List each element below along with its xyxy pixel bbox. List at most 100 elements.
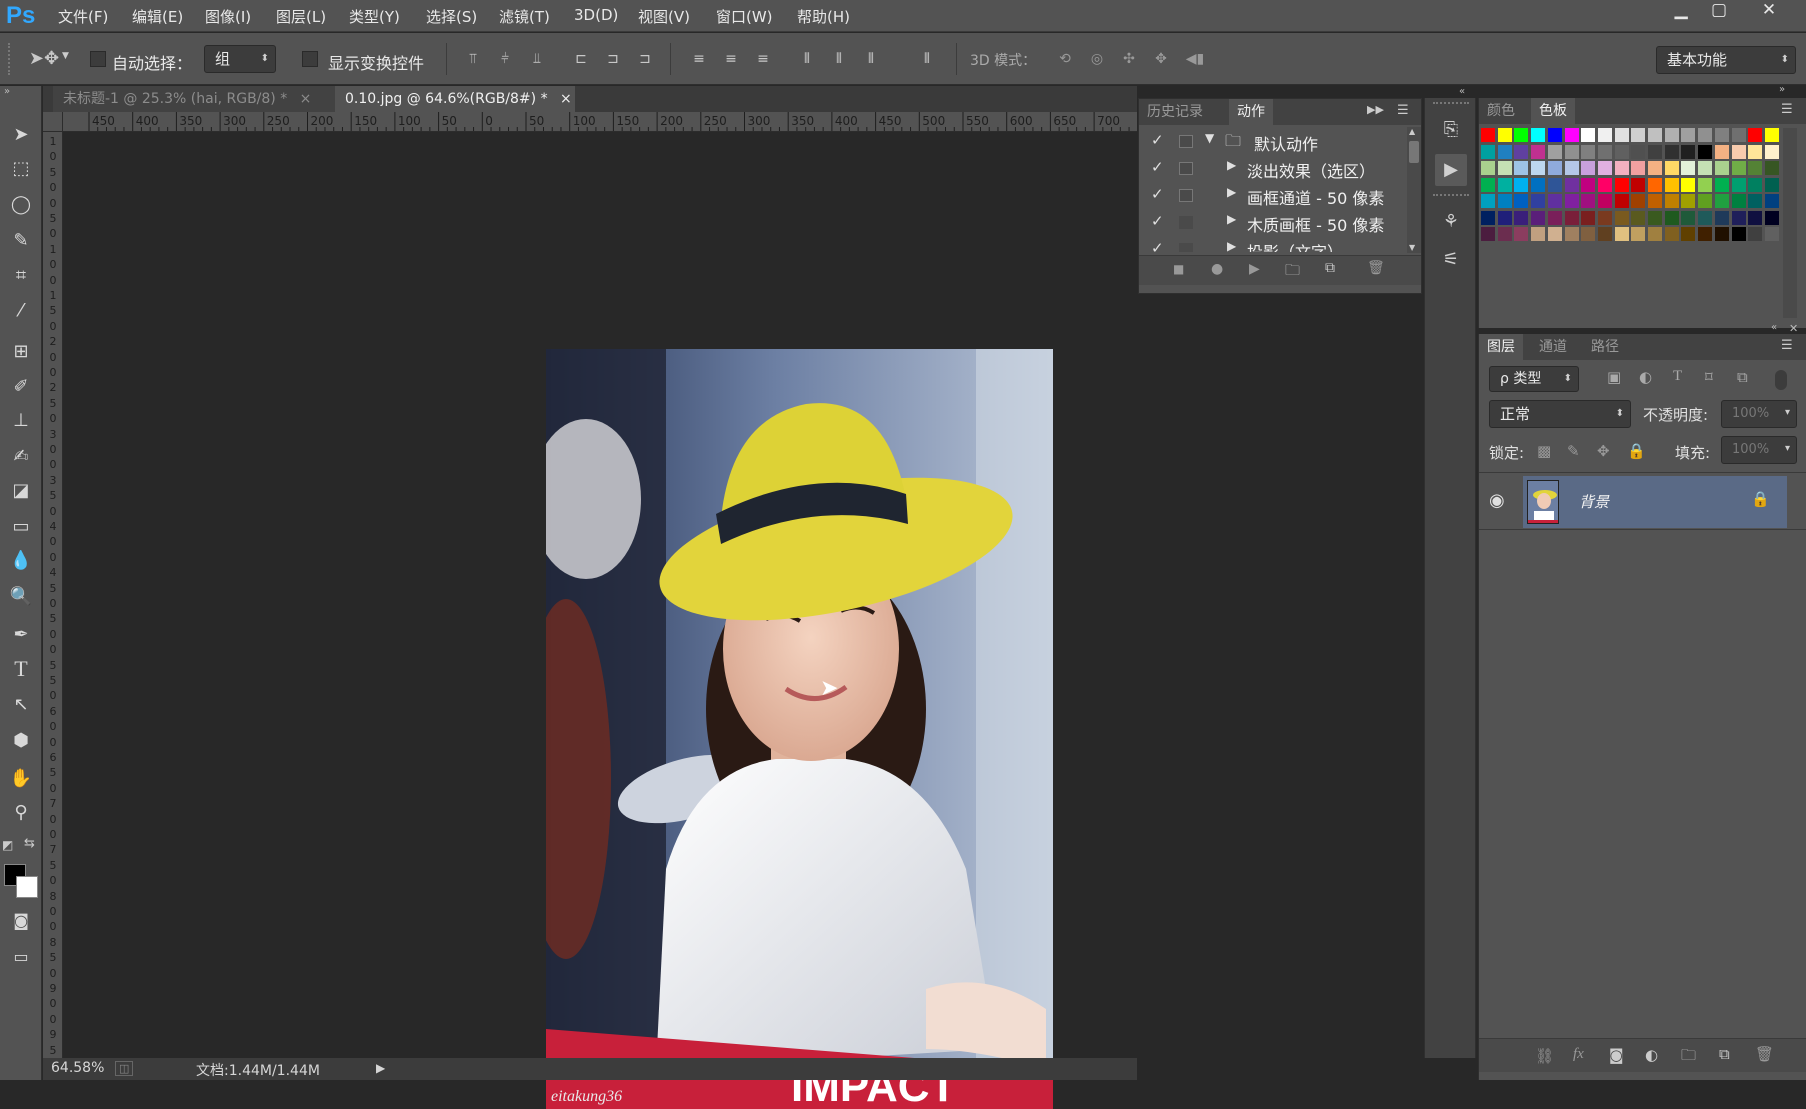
new-layer-icon[interactable]: ⧉ (1719, 1045, 1730, 1063)
distribute-top-icon[interactable]: ≡ (688, 49, 710, 69)
ruler-origin[interactable] (43, 112, 63, 132)
lock-position-icon[interactable]: ✥ (1597, 442, 1610, 460)
hand-tool-icon[interactable]: ✋ (6, 764, 36, 794)
auto-select-checkbox[interactable] (90, 51, 106, 67)
workspace-dropdown[interactable]: 基本功能 ⬍ (1656, 46, 1796, 74)
color-swatch[interactable] (1547, 177, 1562, 192)
chevron-down-icon[interactable]: ▼ (62, 51, 69, 61)
color-swatch[interactable] (1681, 177, 1696, 192)
filter-shape-icon[interactable]: ⌑ (1705, 368, 1713, 386)
color-swatch[interactable] (1664, 144, 1679, 159)
color-swatch[interactable] (1664, 161, 1679, 175)
expanded-triangle-icon[interactable]: ▼ (1205, 131, 1214, 145)
color-swatch[interactable] (1631, 177, 1646, 192)
scroll-thumb[interactable] (1409, 141, 1419, 163)
grip-handle[interactable] (1433, 102, 1469, 104)
minimize-button[interactable]: ▁ (1664, 0, 1698, 22)
color-swatch[interactable] (1581, 177, 1596, 192)
color-swatch[interactable] (1698, 210, 1713, 225)
quick-mask-icon[interactable]: ◙ (6, 906, 36, 936)
action-row[interactable]: ✓ ▶ 画框通道 - 50 像素 (1139, 182, 1405, 209)
color-swatch[interactable] (1514, 161, 1529, 175)
document-image[interactable]: IMPACT eitakung36 (546, 349, 1053, 1109)
color-swatch[interactable] (1531, 161, 1546, 175)
color-swatch[interactable] (1748, 144, 1763, 159)
distribute-bottom-icon[interactable]: ≡ (752, 49, 774, 69)
color-swatch[interactable] (1564, 144, 1579, 159)
color-swatch[interactable] (1481, 194, 1495, 208)
tab-channels[interactable]: 通道 (1531, 334, 1575, 360)
quick-select-tool-icon[interactable]: ✎ (6, 226, 36, 256)
history-panel-icon[interactable]: ⎘ (1435, 114, 1467, 146)
panel-menu-icon[interactable]: ☰ (1781, 338, 1793, 353)
color-swatch[interactable] (1698, 161, 1713, 175)
layer-style-icon[interactable]: fx (1573, 1046, 1584, 1063)
color-swatch[interactable] (1714, 177, 1729, 192)
record-icon[interactable]: ● (1211, 261, 1223, 277)
auto-select-dropdown[interactable]: 组 ⬍ (204, 45, 276, 73)
color-swatch[interactable] (1564, 177, 1579, 192)
color-swatch[interactable] (1764, 210, 1779, 225)
color-swatch[interactable] (1648, 144, 1662, 159)
color-swatch[interactable] (1547, 227, 1562, 241)
color-swatch[interactable] (1597, 177, 1612, 192)
color-swatch[interactable] (1731, 161, 1746, 175)
color-swatch[interactable] (1614, 144, 1629, 159)
lock-transparent-icon[interactable]: ▩ (1537, 442, 1551, 460)
collapsed-triangle-icon[interactable]: ▶ (1227, 212, 1236, 226)
default-colors-icon[interactable]: ◩ (2, 838, 13, 852)
new-action-icon[interactable]: ⧉ (1325, 260, 1335, 276)
collapse-arrows-icon[interactable]: » (4, 86, 10, 97)
eyedropper-tool-icon[interactable]: ⁄ (6, 296, 36, 326)
color-swatch[interactable] (1581, 161, 1596, 175)
menu-edit[interactable]: 编辑(E) (132, 6, 183, 27)
pen-tool-icon[interactable]: ✒ (6, 620, 36, 650)
close-tab-icon[interactable]: × (560, 91, 572, 107)
tab-untitled-1[interactable]: 未标题-1 @ 25.3% (hai, RGB/8) * × (53, 86, 335, 112)
color-swatch[interactable] (1497, 177, 1512, 192)
actions-panel-icon[interactable]: ▶ (1435, 154, 1467, 186)
filter-smart-object-icon[interactable]: ⧉ (1737, 368, 1748, 386)
color-swatch[interactable] (1614, 128, 1629, 142)
move-tool-icon[interactable]: ➤ (6, 120, 36, 150)
zoom-level[interactable]: 64.58% (51, 1060, 104, 1076)
panel-menu-icon[interactable]: ☰ (1781, 102, 1793, 117)
color-swatch[interactable] (1614, 161, 1629, 175)
3d-rotate-icon[interactable]: ⟲ (1054, 49, 1076, 69)
color-swatch[interactable] (1714, 128, 1729, 142)
dialog-toggle[interactable] (1179, 162, 1193, 175)
action-row[interactable]: ✓ ▶ 投影（文字） (1139, 236, 1405, 252)
color-swatch[interactable] (1531, 227, 1546, 241)
color-swatch[interactable] (1731, 144, 1746, 159)
stop-icon[interactable]: ■ (1173, 262, 1184, 276)
color-swatch[interactable] (1681, 210, 1696, 225)
color-swatch[interactable] (1731, 227, 1746, 241)
color-swatch[interactable] (1748, 128, 1763, 142)
actions-scrollbar[interactable]: ▲ ▼ (1407, 127, 1421, 253)
menu-window[interactable]: 窗口(W) (716, 6, 773, 27)
color-swatch[interactable] (1714, 227, 1729, 241)
color-swatch[interactable] (1547, 194, 1562, 208)
color-swatch[interactable] (1748, 210, 1763, 225)
crop-tool-icon[interactable]: ⌗ (6, 261, 36, 291)
color-swatch[interactable] (1648, 128, 1662, 142)
swatch-grid[interactable] (1481, 128, 1781, 248)
color-swatch[interactable] (1631, 210, 1646, 225)
lock-pixels-icon[interactable]: ✎ (1567, 442, 1580, 460)
color-swatch[interactable] (1698, 227, 1713, 241)
distribute-hcenter-icon[interactable]: ⦀ (828, 49, 850, 69)
color-swatch[interactable] (1497, 128, 1512, 142)
color-swatch[interactable] (1597, 144, 1612, 159)
history-brush-tool-icon[interactable]: ✍ (6, 442, 36, 472)
menu-file[interactable]: 文件(F) (58, 6, 108, 27)
color-swatch[interactable] (1581, 194, 1596, 208)
color-swatch[interactable] (1681, 128, 1696, 142)
color-swatch[interactable] (1764, 177, 1779, 192)
restore-button[interactable]: ▢ (1702, 0, 1736, 22)
color-swatch[interactable] (1631, 227, 1646, 241)
color-swatch[interactable] (1481, 177, 1495, 192)
color-swatch[interactable] (1731, 210, 1746, 225)
layer-visibility-cell[interactable]: ◉ (1479, 476, 1521, 528)
align-top-icon[interactable]: ⫪ (462, 49, 484, 69)
color-swatch[interactable] (1631, 194, 1646, 208)
